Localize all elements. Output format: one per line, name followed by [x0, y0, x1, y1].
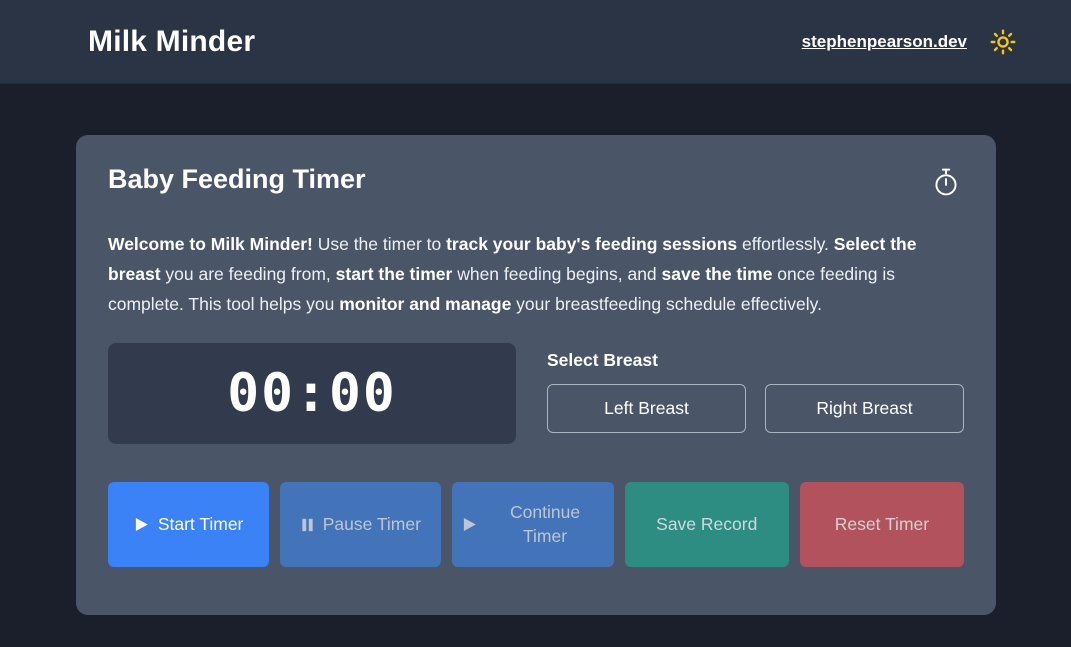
pause-timer-button[interactable]: Pause Timer [280, 482, 442, 568]
top-navigation-bar: Milk Minder stephenpearson.dev [0, 0, 1071, 84]
left-breast-button[interactable]: Left Breast [547, 384, 746, 434]
topbar-right-group: stephenpearson.dev [802, 28, 1031, 56]
breast-buttons: Left Breast Right Breast [547, 384, 964, 434]
reset-timer-button[interactable]: Reset Timer [799, 482, 964, 568]
action-buttons-row: Start Timer Pause Timer Continue Timer S… [108, 482, 964, 568]
continue-timer-label: Continue Timer [510, 502, 581, 546]
pause-icon [301, 518, 314, 532]
main-content: Baby Feeding Timer Welcome to Milk Minde… [0, 84, 1071, 615]
timer-row: 00:00 Select Breast Left Breast Right Br… [108, 343, 964, 445]
play-icon [134, 517, 149, 532]
save-record-button[interactable]: Save Record [624, 482, 789, 568]
card-header: Baby Feeding Timer [108, 163, 964, 203]
site-link[interactable]: stephenpearson.dev [802, 32, 967, 52]
select-breast-label: Select Breast [547, 350, 658, 371]
start-timer-label: Start Timer [157, 513, 244, 534]
breast-select-group: Select Breast Left Breast Right Breast [547, 343, 964, 434]
baby-feeding-timer-card: Baby Feeding Timer Welcome to Milk Minde… [76, 135, 996, 615]
timer-value: 00:00 [227, 363, 397, 425]
continue-timer-button[interactable]: Continue Timer [452, 482, 614, 568]
sun-icon[interactable] [989, 28, 1017, 56]
start-timer-button[interactable]: Start Timer [108, 482, 270, 568]
right-breast-button[interactable]: Right Breast [765, 384, 964, 434]
play-icon [462, 517, 477, 532]
intro-paragraph: Welcome to Milk Minder! Use the timer to… [108, 234, 917, 315]
pause-timer-label: Pause Timer [322, 513, 421, 534]
stopwatch-icon [932, 163, 964, 203]
app-brand-title: Milk Minder [88, 24, 256, 58]
timer-display: 00:00 [108, 343, 516, 445]
page-title: Baby Feeding Timer [108, 164, 366, 194]
